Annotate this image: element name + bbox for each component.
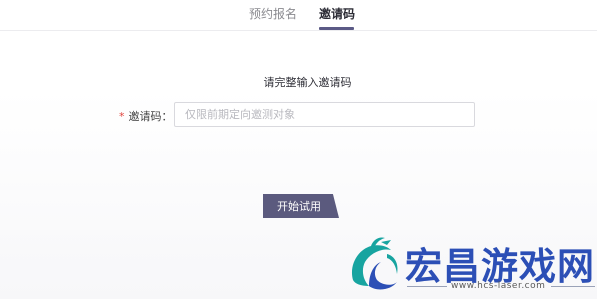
watermark-url: www.hcs-laser.com xyxy=(451,281,546,291)
required-mark: * xyxy=(119,110,125,123)
start-trial-button[interactable]: 开始试用 xyxy=(263,194,339,218)
watermark-left-rule xyxy=(407,286,447,287)
dragon-logo-icon xyxy=(351,237,398,290)
tab-bar: 预约报名 邀请码 xyxy=(0,0,597,31)
invite-prompt: 请完整输入邀请码 xyxy=(263,76,352,89)
invite-code-input[interactable] xyxy=(174,102,475,127)
tab-invite-code[interactable]: 邀请码 xyxy=(319,6,355,22)
invite-code-label: 邀请码： xyxy=(128,110,173,123)
invite-code-label-row: * 邀请码： xyxy=(119,108,173,124)
active-tab-indicator xyxy=(319,27,354,30)
site-watermark: 宏昌游戏网 www.hcs-laser.com xyxy=(347,230,597,299)
watermark-right-rule xyxy=(551,286,595,287)
tab-reservation[interactable]: 预约报名 xyxy=(249,6,297,22)
